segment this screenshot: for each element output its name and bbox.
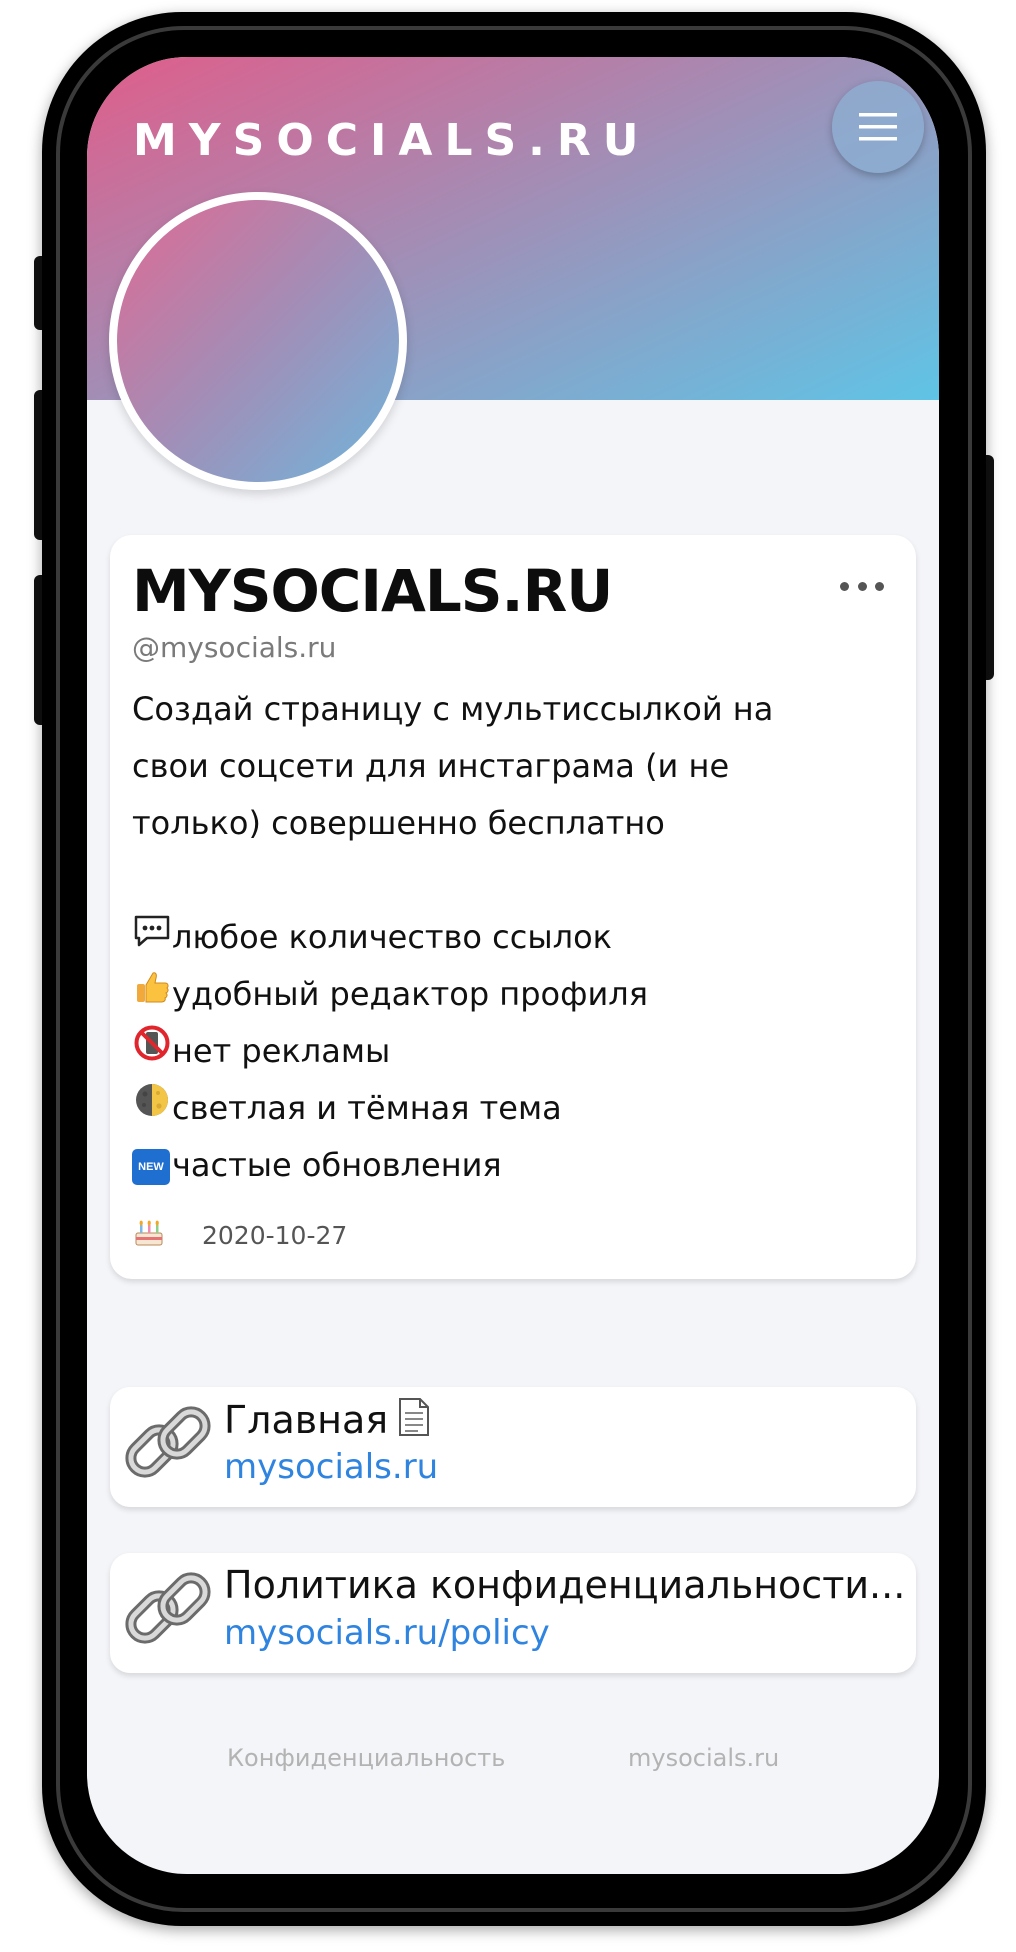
link-url[interactable]: mysocials.ru xyxy=(224,1447,438,1487)
chain-link-icon xyxy=(125,1572,211,1644)
no-phones-icon xyxy=(132,1023,172,1080)
cake-icon xyxy=(132,1215,180,1256)
feature-text: удобный редактор профиля xyxy=(172,975,648,1013)
feature-item: NEW частые обновления xyxy=(132,1137,892,1194)
link-title-text: Главная xyxy=(224,1398,389,1442)
feature-text: нет рекламы xyxy=(172,1032,391,1070)
avatar xyxy=(109,192,407,490)
thumbs-up-icon xyxy=(132,966,172,1023)
profile-bio: Создай страницу с мультиссылкой на свои … xyxy=(132,681,892,1194)
link-card-policy[interactable]: Политика конфиденциальности... mysocials… xyxy=(110,1553,916,1673)
feature-text: частые обновления xyxy=(172,1146,502,1184)
feature-item: нет рекламы xyxy=(132,1023,892,1080)
half-moon-icon xyxy=(132,1080,172,1137)
footer-site-link[interactable]: mysocials.ru xyxy=(628,1744,779,1772)
feature-item: удобный редактор профиля xyxy=(132,966,892,1023)
link-title: Главная xyxy=(224,1397,430,1442)
phone-screen: MYSOCIALS.RU MYSOCIALS.RU @mysocials.ru … xyxy=(87,57,939,1874)
created-date: 2020-10-27 xyxy=(202,1221,348,1250)
hamburger-icon xyxy=(859,113,897,141)
created-date-row: 2020-10-27 xyxy=(132,1215,347,1256)
chain-link-icon xyxy=(125,1406,211,1478)
speech-bubble-icon xyxy=(132,909,172,966)
profile-handle: @mysocials.ru xyxy=(132,631,337,664)
bio-line: свои соцсети для инстаграма (и не xyxy=(132,747,730,785)
feature-text: светлая и тёмная тема xyxy=(172,1089,562,1127)
link-url[interactable]: mysocials.ru/policy xyxy=(224,1613,550,1653)
menu-button[interactable] xyxy=(832,81,924,173)
feature-item: любое количество ссылок xyxy=(132,909,892,966)
profile-name: MYSOCIALS.RU xyxy=(132,557,613,625)
document-icon xyxy=(399,1398,430,1436)
brand-logo[interactable]: MYSOCIALS.RU xyxy=(133,115,651,166)
bio-line: Создай страницу с мультиссылкой на xyxy=(132,690,774,728)
footer-privacy-link[interactable]: Конфиденциальность xyxy=(227,1744,505,1772)
link-title: Политика конфиденциальности... xyxy=(224,1563,906,1607)
bio-line: только) совершенно бесплатно xyxy=(132,804,665,842)
new-badge-icon: NEW xyxy=(132,1149,170,1185)
link-card-home[interactable]: Главная mysocials.ru xyxy=(110,1387,916,1507)
feature-item: светлая и тёмная тема xyxy=(132,1080,892,1137)
bio-spacer xyxy=(132,852,892,909)
feature-text: любое количество ссылок xyxy=(172,918,612,956)
profile-card: MYSOCIALS.RU @mysocials.ru Создай страни… xyxy=(110,535,916,1279)
device-mockup: MYSOCIALS.RU MYSOCIALS.RU @mysocials.ru … xyxy=(0,0,1016,1952)
more-dots-icon[interactable] xyxy=(840,579,884,593)
